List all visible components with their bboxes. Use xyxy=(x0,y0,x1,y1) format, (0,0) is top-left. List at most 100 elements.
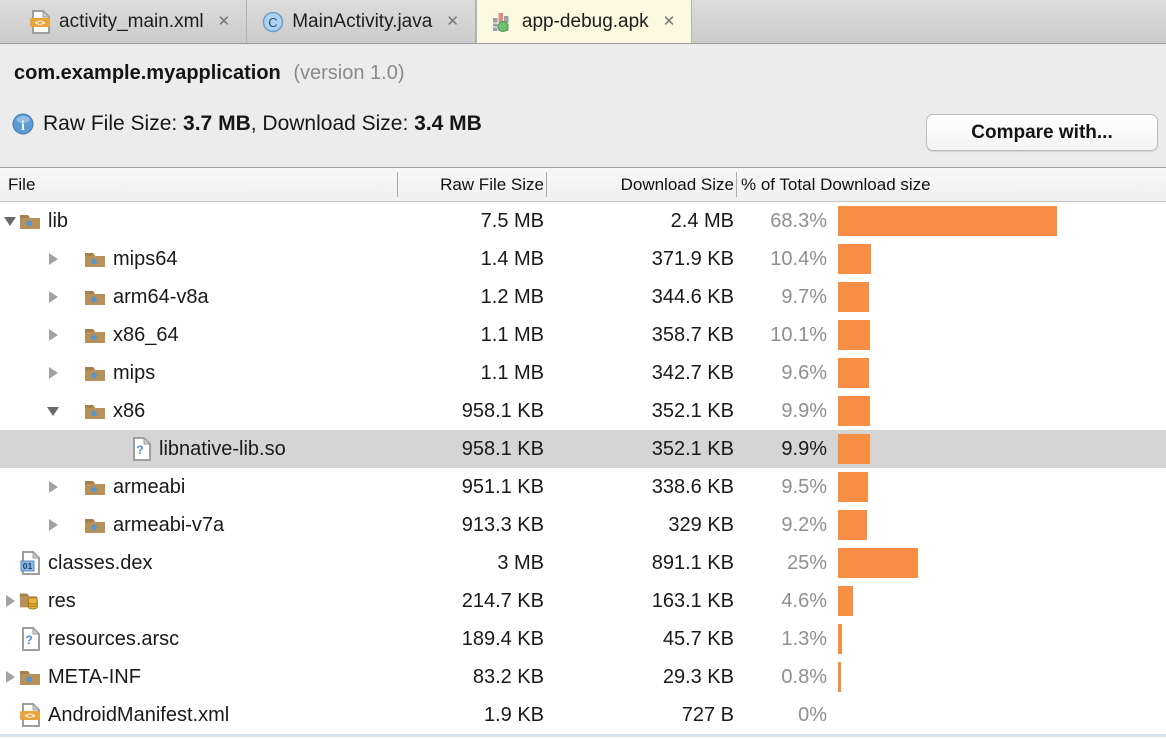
percent-bar-cell xyxy=(829,544,1166,582)
raw-file-size-value: 1.1 MB xyxy=(398,324,547,347)
percent-bar-cell xyxy=(829,696,1166,734)
raw-file-size-value: 7.5 MB xyxy=(398,210,547,233)
file-cell: armeabi xyxy=(0,468,398,506)
file-cell: arm64-v8a xyxy=(0,278,398,316)
percent-value: 10.1% xyxy=(737,324,829,347)
raw-size-label: Raw File Size: xyxy=(43,112,183,136)
percent-bar-cell xyxy=(829,620,1166,658)
compare-with-button[interactable]: Compare with... xyxy=(926,114,1158,151)
percent-value: 9.9% xyxy=(737,400,829,423)
percent-value: 0.8% xyxy=(737,666,829,689)
expand-arrow-icon[interactable] xyxy=(4,670,18,684)
apk-icon xyxy=(492,10,514,34)
file-cell: x86_64 xyxy=(0,316,398,354)
collapse-arrow-icon[interactable] xyxy=(47,404,61,418)
column-header-download-size[interactable]: Download Size xyxy=(547,168,737,201)
expand-arrow-icon[interactable] xyxy=(47,366,61,380)
raw-file-size-value: 951.1 KB xyxy=(398,476,547,499)
expand-arrow-icon[interactable] xyxy=(47,290,61,304)
percent-bar xyxy=(838,206,1057,236)
folder-icon xyxy=(84,475,106,499)
file-cell: res xyxy=(0,582,398,620)
column-header-percent-of-total[interactable]: % of Total Download size xyxy=(737,168,1166,201)
percent-bar-cell xyxy=(829,658,1166,696)
file-name: mips64 xyxy=(113,248,177,271)
size-separator: , xyxy=(251,112,263,136)
percent-value: 9.7% xyxy=(737,286,829,309)
editor-tab-app-debug-apk[interactable]: app-debug.apk ✕ xyxy=(476,0,692,43)
folder-icon xyxy=(84,323,106,347)
close-tab-icon[interactable]: ✕ xyxy=(218,14,231,29)
column-header-file[interactable]: File xyxy=(0,168,398,201)
percent-bar xyxy=(838,244,871,274)
bottom-scroll-strip xyxy=(0,734,1166,737)
folder-icon xyxy=(19,665,41,689)
download-size-value: 45.7 KB xyxy=(547,628,737,651)
arrow-spacer xyxy=(4,708,18,722)
table-row[interactable]: ?libnative-lib.so958.1 KB352.1 KB9.9% xyxy=(0,430,1166,468)
download-size-value: 891.1 KB xyxy=(547,552,737,575)
table-row[interactable]: lib7.5 MB2.4 MB68.3% xyxy=(0,202,1166,240)
table-row[interactable]: x86958.1 KB352.1 KB9.9% xyxy=(0,392,1166,430)
apk-summary-panel: com.example.myapplication (version 1.0) … xyxy=(0,44,1166,168)
expand-arrow-icon[interactable] xyxy=(47,518,61,532)
svg-text:C: C xyxy=(269,15,278,30)
table-row[interactable]: res214.7 KB163.1 KB4.6% xyxy=(0,582,1166,620)
close-tab-icon[interactable]: ✕ xyxy=(663,14,676,29)
expand-arrow-icon[interactable] xyxy=(47,480,61,494)
file-cell: mips64 xyxy=(0,240,398,278)
percent-value: 9.2% xyxy=(737,514,829,537)
expand-arrow-icon[interactable] xyxy=(47,328,61,342)
table-row[interactable]: armeabi-v7a913.3 KB329 KB9.2% xyxy=(0,506,1166,544)
svg-text:?: ? xyxy=(136,443,143,457)
file-cell: ?resources.arsc xyxy=(0,620,398,658)
file-name: res xyxy=(48,590,76,613)
tab-label: app-debug.apk xyxy=(522,11,649,33)
package-line: com.example.myapplication (version 1.0) xyxy=(0,44,1166,85)
file-name: classes.dex xyxy=(48,552,153,575)
download-size-value: 338.6 KB xyxy=(547,476,737,499)
table-row[interactable]: META-INF83.2 KB29.3 KB0.8% xyxy=(0,658,1166,696)
table-row[interactable]: <>AndroidManifest.xml1.9 KB727 B0% xyxy=(0,696,1166,734)
table-row[interactable]: x86_641.1 MB358.7 KB10.1% xyxy=(0,316,1166,354)
download-size-value: 2.4 MB xyxy=(547,210,737,233)
table-row[interactable]: armeabi951.1 KB338.6 KB9.5% xyxy=(0,468,1166,506)
table-row[interactable]: 01classes.dex3 MB891.1 KB25% xyxy=(0,544,1166,582)
editor-tab-activity-main-xml[interactable]: <>activity_main.xml✕ xyxy=(14,0,247,43)
file-cell: 01 classes.dex xyxy=(0,544,398,582)
editor-tab-bar: <>activity_main.xml✕CMainActivity.java✕a… xyxy=(0,0,1166,44)
file-cell: <>AndroidManifest.xml xyxy=(0,696,398,734)
download-size-value: 352.1 KB xyxy=(547,400,737,423)
download-size-value: 342.7 KB xyxy=(547,362,737,385)
percent-bar xyxy=(838,586,853,616)
close-tab-icon[interactable]: ✕ xyxy=(446,14,459,29)
download-size-value: 352.1 KB xyxy=(547,438,737,461)
percent-bar xyxy=(838,282,869,312)
expand-arrow-icon[interactable] xyxy=(4,594,18,608)
editor-tab-mainactivity-java[interactable]: CMainActivity.java✕ xyxy=(247,0,476,43)
raw-file-size-value: 1.4 MB xyxy=(398,248,547,271)
file-name: x86_64 xyxy=(113,324,179,347)
file-name: AndroidManifest.xml xyxy=(48,704,229,727)
java-class-icon: C xyxy=(262,10,284,34)
table-row[interactable]: mips1.1 MB342.7 KB9.6% xyxy=(0,354,1166,392)
raw-file-size-value: 189.4 KB xyxy=(398,628,547,651)
collapse-arrow-icon[interactable] xyxy=(4,214,18,228)
column-header-raw-file-size[interactable]: Raw File Size xyxy=(398,168,547,201)
expand-arrow-icon[interactable] xyxy=(47,252,61,266)
raw-file-size-value: 913.3 KB xyxy=(398,514,547,537)
table-row[interactable]: arm64-v8a1.2 MB344.6 KB9.7% xyxy=(0,278,1166,316)
file-name: armeabi-v7a xyxy=(113,514,224,537)
dex-file-icon: 01 xyxy=(19,551,41,575)
percent-value: 9.6% xyxy=(737,362,829,385)
raw-file-size-value: 958.1 KB xyxy=(398,400,547,423)
percent-bar xyxy=(838,358,869,388)
table-row[interactable]: ?resources.arsc189.4 KB45.7 KB1.3% xyxy=(0,620,1166,658)
table-header: File Raw File Size Download Size % of To… xyxy=(0,168,1166,202)
file-cell: mips xyxy=(0,354,398,392)
table-row[interactable]: mips641.4 MB371.9 KB10.4% xyxy=(0,240,1166,278)
folder-icon xyxy=(84,399,106,423)
file-name: arm64-v8a xyxy=(113,286,209,309)
percent-bar xyxy=(838,434,870,464)
download-size-value: 344.6 KB xyxy=(547,286,737,309)
